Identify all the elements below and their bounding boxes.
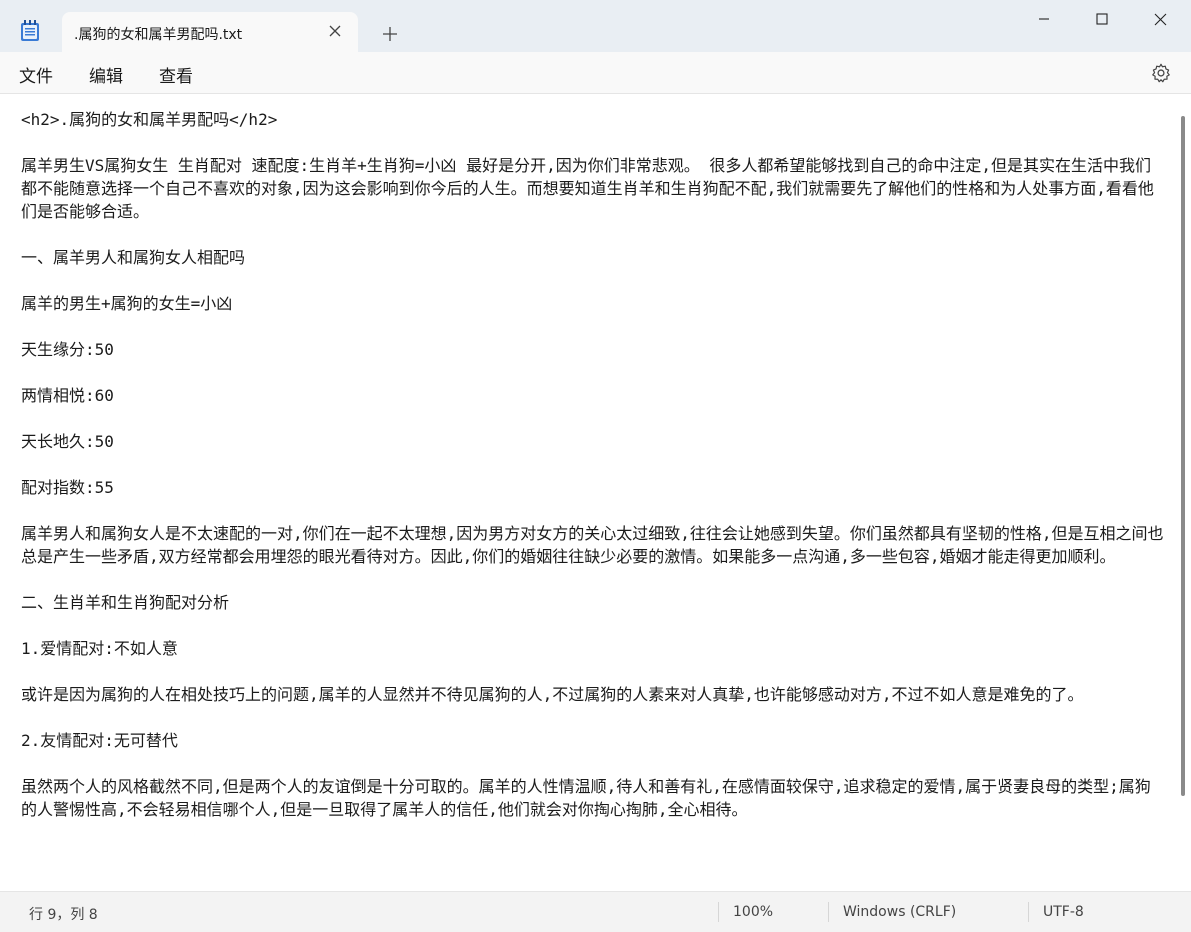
text-line: 虽然两个人的风格截然不同,但是两个人的友谊倒是十分可取的。属羊的人性情温顺,待人… [21, 777, 1151, 819]
notepad-app-icon [20, 20, 40, 42]
text-line: 1.爱情配对:不如人意 [21, 639, 178, 658]
menu-edit[interactable]: 编辑 [89, 62, 123, 87]
text-editor[interactable]: <h2>.属狗的女和属羊男配吗</h2> 属羊男生VS属狗女生 生肖配对 速配度… [0, 94, 1191, 891]
text-line: 属羊男人和属狗女人是不太速配的一对,你们在一起不太理想,因为男方对女方的关心太过… [21, 524, 1164, 566]
text-line: 天生缘分:50 [21, 340, 114, 359]
zoom-level[interactable]: 100% [733, 904, 773, 920]
cursor-position: 行 9，列 8 [29, 907, 98, 923]
status-divider [1028, 902, 1029, 922]
text-line: 二、生肖羊和生肖狗配对分析 [21, 593, 230, 612]
text-line: 属羊的男生+属狗的女生=小凶 [21, 294, 233, 313]
document-tab[interactable]: .属狗的女和属羊男配吗.txt [62, 12, 358, 52]
status-bar: 行 9，列 8 100% Windows (CRLF) UTF-8 [0, 891, 1191, 932]
text-line: 2.友情配对:无可替代 [21, 731, 178, 750]
line-ending[interactable]: Windows (CRLF) [843, 904, 956, 920]
document-text[interactable]: <h2>.属狗的女和属羊男配吗</h2> 属羊男生VS属狗女生 生肖配对 速配度… [21, 108, 1166, 844]
tab-title: .属狗的女和属羊男配吗.txt [74, 27, 243, 43]
text-line: 一、属羊男人和属狗女人相配吗 [21, 248, 246, 267]
minimize-icon[interactable] [1015, 0, 1073, 38]
menu-file[interactable]: 文件 [19, 62, 53, 87]
title-bar: .属狗的女和属羊男配吗.txt [0, 0, 1191, 52]
close-window-icon[interactable] [1131, 0, 1189, 38]
close-tab-icon[interactable] [326, 22, 344, 40]
text-line: <h2>.属狗的女和属羊男配吗</h2> [21, 110, 278, 129]
menu-bar: 文件 编辑 查看 [0, 52, 1191, 94]
text-line: 天长地久:50 [21, 432, 114, 451]
encoding[interactable]: UTF-8 [1043, 904, 1084, 920]
maximize-icon[interactable] [1073, 0, 1131, 38]
status-divider [828, 902, 829, 922]
status-divider [718, 902, 719, 922]
settings-gear-icon[interactable] [1150, 62, 1172, 84]
text-line: 两情相悦:60 [21, 386, 114, 405]
text-line: 属羊男生VS属狗女生 生肖配对 速配度:生肖羊+生肖狗=小凶 最好是分开,因为你… [21, 156, 1154, 221]
text-line: 或许是因为属狗的人在相处技巧上的问题,属羊的人显然并不待见属狗的人,不过属狗的人… [21, 685, 1084, 704]
text-line: 配对指数:55 [21, 478, 114, 497]
new-tab-plus-icon[interactable] [378, 22, 402, 46]
menu-view[interactable]: 查看 [159, 62, 193, 87]
scrollbar-thumb[interactable] [1181, 116, 1185, 796]
